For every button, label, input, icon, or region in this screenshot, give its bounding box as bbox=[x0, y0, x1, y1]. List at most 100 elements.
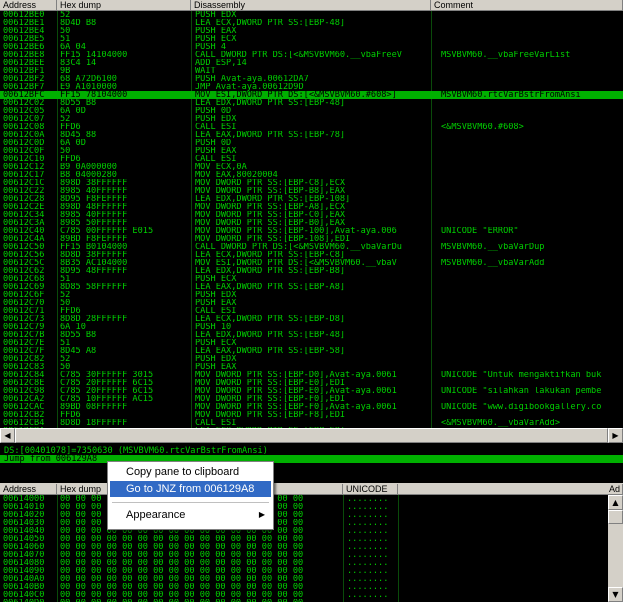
memory-dump-pane[interactable]: Address Hex dump UNICODE 00614000 00 00 0… bbox=[0, 484, 608, 602]
disassembly-row[interactable]: 00612C7F 8D45 A8 LEA EAX,DWORD PTR SS:[EBP… bbox=[0, 347, 623, 355]
dump-row[interactable]: 006140B0 00 00 00 00 00 00 00 00 00 00 00… bbox=[0, 583, 608, 591]
dump-row[interactable]: 00614070 00 00 00 00 00 00 00 00 00 00 00… bbox=[0, 551, 608, 559]
disassembly-row[interactable]: 00612C62 8D95 48FFFFFF LEA EDX,DWORD PTR S… bbox=[0, 267, 623, 275]
disassembly-row[interactable]: 00612C34 8985 40FFFFFF MOV DWORD PTR SS:[E… bbox=[0, 211, 623, 219]
cell-address: 00612BF1 bbox=[3, 67, 45, 75]
dump-header-address[interactable]: Address bbox=[0, 484, 57, 495]
disassembly-row[interactable]: 00612BF1 9B WAIT bbox=[0, 67, 623, 75]
disassembly-row[interactable]: 00612C82 52 PUSH EDX bbox=[0, 355, 623, 363]
cpu-disassembly-pane[interactable]: Address Hex dump Disassembly Comment 006… bbox=[0, 0, 623, 428]
disassembly-row[interactable]: 00612C0F 50 PUSH EAX bbox=[0, 147, 623, 155]
dump-row[interactable]: 0061402000 00 00 00 00 00 00 00 00 00 00… bbox=[0, 511, 608, 519]
cell-unicode: ........ bbox=[347, 575, 389, 583]
disassembly-row[interactable]: 00612C79 6A 10 PUSH 10 bbox=[0, 323, 623, 331]
disassembly-row[interactable]: 00612C56 8D8D 38FFFFFF LEA ECX,DWORD PTR S… bbox=[0, 251, 623, 259]
dump-row[interactable]: 00614040 00 00 00 00 00 00 00 00 00 00 00… bbox=[0, 527, 608, 535]
disassembly-row[interactable]: 00612C02 8D55 B8 LEA EDX,DWORD PTR SS:[EBP… bbox=[0, 99, 623, 107]
disassembly-row[interactable]: 00612C7B 8D55 B8 LEA EDX,DWORD PTR SS:[EBP… bbox=[0, 331, 623, 339]
menu-item-appearance[interactable]: Appearance ▶ bbox=[110, 507, 271, 523]
disassembly-row[interactable]: 00612C0D 6A 0D PUSH 0D bbox=[0, 139, 623, 147]
disassembly-row[interactable]: 00612C8E C785 20FFFFFF 6C15 MOV DWORD PTR … bbox=[0, 379, 623, 387]
disassembly-row[interactable]: 00612C40 C785 00FFFFFF E015 MOV DWORD PTR … bbox=[0, 227, 623, 235]
disassembly-row[interactable]: 00612C4A 89BD F8FEFFFF MOV DWORD PTR SS:[E… bbox=[0, 235, 623, 243]
column-header-comment[interactable]: Comment bbox=[431, 0, 623, 11]
column-header-hex-dump[interactable]: Hex dump bbox=[57, 0, 191, 11]
disassembly-row[interactable]: 00612BFC FF15 78104000 MOV ESI,DWORD PTR D… bbox=[0, 91, 623, 99]
dump-header-unicode[interactable]: UNICODE bbox=[343, 484, 398, 495]
disassembly-row[interactable]: 00612C50 FF15 B0104000 CALL DWORD PTR DS:[… bbox=[0, 243, 623, 251]
disassembly-row[interactable]: 00612C0A 8D45 88 LEA EAX,DWORD PTR SS:[EBP… bbox=[0, 131, 623, 139]
disassembly-row[interactable]: 00612C6F 52 PUSH EDX bbox=[0, 291, 623, 299]
cell-address: 00614070 bbox=[3, 551, 45, 559]
menu-item-copy-pane[interactable]: Copy pane to clipboard bbox=[110, 464, 271, 480]
disassembly-row[interactable]: 00612BE1 8D4D B8 LEA ECX,DWORD PTR SS:[EBP… bbox=[0, 19, 623, 27]
cell-address: 00612BE6 bbox=[3, 43, 45, 51]
dump-row[interactable]: 006140A0 00 00 00 00 00 00 00 00 00 00 00… bbox=[0, 575, 608, 583]
cell-unicode: ........ bbox=[347, 551, 389, 559]
scrollbar-thumb[interactable] bbox=[15, 428, 608, 443]
disassembly-row[interactable]: 00612C3A 8985 50FFFFFF MOV DWORD PTR SS:[E… bbox=[0, 219, 623, 227]
cell-comment: <&MSVBVM60.#608> bbox=[441, 123, 524, 131]
disassembly-row[interactable]: 00612CAC 89BD 08FFFFFF MOV DWORD PTR SS:[E… bbox=[0, 403, 623, 411]
disassembly-row[interactable]: 00612BEE 83C4 14 ADD ESP,14 bbox=[0, 59, 623, 67]
info-pane[interactable]: DS:[00401078]=7350630 (MSVBVM60.rtcVarBs… bbox=[0, 445, 623, 483]
horizontal-scrollbar[interactable]: ◀ ▶ bbox=[0, 428, 623, 443]
scroll-right-button[interactable]: ▶ bbox=[608, 428, 623, 443]
disassembly-row[interactable]: 00612CB4 8D8D 18FFFFFF CALL ESI <&MSVBVM60.… bbox=[0, 419, 623, 427]
dump-row[interactable]: 00614050 00 00 00 00 00 00 00 00 00 00 00… bbox=[0, 535, 608, 543]
disassembly-row[interactable]: 00612C98 C785 20FFFFFF 6C15 MOV DWORD PTR … bbox=[0, 387, 623, 395]
cell-hex: 6A 10 bbox=[60, 323, 86, 331]
scroll-up-button[interactable]: ▲ bbox=[608, 495, 623, 510]
disassembly-rows[interactable]: 00612BE0 52 PUSH EDX 00612BE1 8D4D B8 LEA ECX… bbox=[0, 11, 623, 428]
disassembly-row[interactable]: 00612C68 51 PUSH ECX bbox=[0, 275, 623, 283]
disassembly-row[interactable]: 00612C7E 51 PUSH ECX bbox=[0, 339, 623, 347]
dump-row[interactable]: 00614060 00 00 00 00 00 00 00 00 00 00 00… bbox=[0, 543, 608, 551]
disassembly-row[interactable]: 00612C71 FFD6 CALL ESI bbox=[0, 307, 623, 315]
dump-row[interactable]: 0061400000 00 00 00 00 00 00 00 00 00 00… bbox=[0, 495, 608, 503]
column-header-address[interactable]: Address bbox=[0, 0, 57, 11]
cell-disasm: JMP Avat-aya.00612D9D bbox=[195, 83, 304, 91]
dump-row[interactable]: 00614080 00 00 00 00 00 00 00 00 00 00 00… bbox=[0, 559, 608, 567]
disassembly-row[interactable]: 00612CA2 C785 10FFFFFF AC15 MOV DWORD PTR … bbox=[0, 395, 623, 403]
disassembly-row[interactable]: 00612C07 52 PUSH EDX bbox=[0, 115, 623, 123]
disassembly-row[interactable]: 00612C73 8D8D 28FFFFFF LEA ECX,DWORD PTR S… bbox=[0, 315, 623, 323]
disassembly-row[interactable]: 00612BE6 6A 04 PUSH 4 bbox=[0, 43, 623, 51]
disassembly-row[interactable]: 00612C12 B9 0A000000 MOV ECX,0A bbox=[0, 163, 623, 171]
disassembly-row[interactable]: 00612C69 8D85 58FFFFFF LEA EAX,DWORD PTR S… bbox=[0, 283, 623, 291]
cell-hex: 51 bbox=[60, 35, 71, 43]
disassembly-row[interactable]: 00612C83 50 PUSH EAX bbox=[0, 363, 623, 371]
disassembly-row[interactable]: 00612C17 B8 04000280 MOV EAX,80020004 bbox=[0, 171, 623, 179]
disassembly-row[interactable]: 00612C22 8985 40FFFFFF MOV DWORD PTR SS:[E… bbox=[0, 187, 623, 195]
disassembly-row[interactable]: 00612C10 FFD6 CALL ESI bbox=[0, 155, 623, 163]
dump-rows[interactable]: 00614000 00 00 00 00 00 00 00 00 00 00 00… bbox=[0, 495, 608, 602]
disassembly-row[interactable]: 00612BF2 68 A72D6100 PUSH Avat-aya.00612DA… bbox=[0, 75, 623, 83]
vertical-thumb[interactable] bbox=[608, 510, 623, 524]
scroll-left-button[interactable]: ◀ bbox=[0, 428, 15, 443]
cell-disasm: PUSH EAX bbox=[195, 27, 237, 35]
disassembly-row[interactable]: 00612BE5 51 PUSH ECX bbox=[0, 35, 623, 43]
dump-row[interactable]: 0061401000 00 00 00 00 00 00 00 00 00 00… bbox=[0, 503, 608, 511]
column-header-disassembly[interactable]: Disassembly bbox=[191, 0, 431, 11]
dump-row[interactable]: 0061403000 00 00 00 00 00 00 00 00 00 00… bbox=[0, 519, 608, 527]
disassembly-row[interactable]: 00612C84 C785 30FFFFFF 3015 MOV DWORD PTR … bbox=[0, 371, 623, 379]
disassembly-row[interactable]: 00612C1C 898D 38FFFFFF MOV DWORD PTR SS:[E… bbox=[0, 179, 623, 187]
cell-disasm: LEA EDX,DWORD PTR SS:[EBP-48] bbox=[195, 99, 346, 107]
scroll-down-button[interactable]: ▼ bbox=[608, 587, 623, 602]
disassembly-row[interactable]: 00612BE4 50 PUSH EAX bbox=[0, 27, 623, 35]
disassembly-row[interactable]: 00612BF7 E9 A1010000 JMP Avat-aya.00612D9D bbox=[0, 83, 623, 91]
dump-row[interactable]: 006140C0 00 00 00 00 00 00 00 00 00 00 00… bbox=[0, 591, 608, 599]
disassembly-row[interactable]: 00612C70 50 PUSH EAX bbox=[0, 299, 623, 307]
disassembly-row[interactable]: 00612C2E 898D 48FFFFFF MOV DWORD PTR SS:[E… bbox=[0, 203, 623, 211]
disassembly-row[interactable]: 00612C28 8D95 F8FEFFFF LEA EDX,DWORD PTR S… bbox=[0, 195, 623, 203]
disassembly-row[interactable]: 00612C5C 8B35 AC104000 MOV ESI,DWORD PTR D… bbox=[0, 259, 623, 267]
menu-item-go-to-jnz[interactable]: Go to JNZ from 006129A8 bbox=[110, 481, 271, 497]
disassembly-row[interactable]: 00612C08 FFD6 CALL ESI <&MSVBVM60.#608> bbox=[0, 123, 623, 131]
cell-address: 00614060 bbox=[3, 543, 45, 551]
dump-vertical-scrollbar[interactable]: Ad ▲ ▼ bbox=[608, 484, 623, 602]
disassembly-row[interactable]: 00612CB2 FFD6 MOV DWORD PTR SS:[EBP-F8],ED… bbox=[0, 411, 623, 419]
disassembly-row[interactable]: 00612C05 6A 0D PUSH 0D bbox=[0, 107, 623, 115]
cell-address: 00612CAC bbox=[3, 403, 45, 411]
dump-row[interactable]: 00614090 00 00 00 00 00 00 00 00 00 00 00… bbox=[0, 567, 608, 575]
disassembly-row[interactable]: 00612BE0 52 PUSH EDX bbox=[0, 11, 623, 19]
disassembly-row[interactable]: 00612BE8 FF15 14104000 CALL DWORD PTR DS:[… bbox=[0, 51, 623, 59]
